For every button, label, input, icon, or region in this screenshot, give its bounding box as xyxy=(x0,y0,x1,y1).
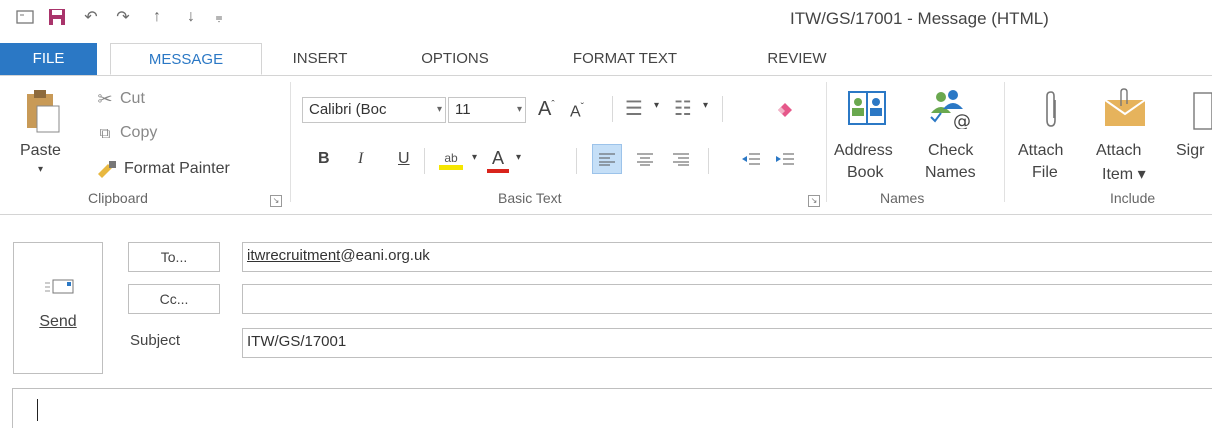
cut-button[interactable]: Cut xyxy=(120,90,145,108)
group-divider xyxy=(1004,82,1005,202)
increase-indent-icon[interactable] xyxy=(770,144,800,174)
divider xyxy=(612,96,613,122)
font-size-value: 11 xyxy=(455,101,471,118)
to-button[interactable]: To... xyxy=(128,242,220,272)
message-icon[interactable] xyxy=(14,6,36,28)
to-recipient-name: itwrecruitment xyxy=(247,247,341,264)
redo-icon[interactable]: ↷ xyxy=(112,6,134,28)
group-divider xyxy=(826,82,827,202)
align-center-icon[interactable] xyxy=(630,144,660,174)
cc-field[interactable] xyxy=(242,284,1212,314)
send-icon xyxy=(44,275,76,297)
attach-file-label-1[interactable]: Attach xyxy=(1018,142,1063,160)
tab-file[interactable]: FILE xyxy=(0,43,97,75)
svg-text:@: @ xyxy=(953,111,971,129)
underline-button[interactable]: U xyxy=(398,150,410,168)
address-book-icon[interactable] xyxy=(845,88,889,128)
send-label: Send xyxy=(39,313,77,330)
copy-icon: ⧉ xyxy=(99,124,111,142)
basic-text-group-label: Basic Text xyxy=(498,190,562,206)
highlight-icon[interactable]: ab xyxy=(436,146,466,174)
paste-dropdown-icon[interactable]: ▾ xyxy=(38,164,43,175)
attach-item-icon[interactable] xyxy=(1100,86,1150,130)
group-divider xyxy=(290,82,291,202)
down-arrow-icon[interactable]: ↓ xyxy=(180,6,202,28)
paperclip-icon[interactable] xyxy=(1036,88,1066,132)
chevron-down-icon: ▾ xyxy=(516,104,522,115)
numbering-icon[interactable]: ☷ xyxy=(674,96,692,121)
message-body[interactable] xyxy=(12,388,1212,428)
divider xyxy=(424,148,425,174)
subject-label: Subject xyxy=(130,332,181,349)
to-field[interactable]: itwrecruitment@eani.org.uk xyxy=(242,242,1212,272)
divider xyxy=(722,96,723,122)
names-group-label: Names xyxy=(880,190,925,206)
decrease-indent-icon[interactable] xyxy=(736,144,766,174)
to-recipient-domain: @eani.org.uk xyxy=(340,247,430,264)
cc-button[interactable]: Cc... xyxy=(128,284,220,314)
check-names-icon[interactable]: @ xyxy=(925,86,973,130)
up-arrow-icon[interactable]: ↑ xyxy=(146,6,168,28)
save-icon[interactable] xyxy=(46,6,68,28)
ribbon-tabs: FILE MESSAGE INSERT OPTIONS FORMAT TEXT … xyxy=(0,43,1212,76)
tab-message[interactable]: MESSAGE xyxy=(110,43,262,75)
chevron-down-icon[interactable]: ▾ xyxy=(703,100,708,111)
send-button[interactable]: Send xyxy=(13,242,103,374)
undo-icon[interactable]: ↶ xyxy=(80,6,102,28)
attach-item-label-2[interactable]: Item ▾ xyxy=(1102,164,1146,184)
check-names-label-2[interactable]: Names xyxy=(925,164,976,182)
divider xyxy=(708,148,709,174)
paste-button-label[interactable]: Paste xyxy=(20,142,61,160)
font-size-combo[interactable]: 11 ▾ xyxy=(448,97,526,123)
chevron-down-icon[interactable]: ▾ xyxy=(472,152,477,163)
chevron-down-icon[interactable]: ▾ xyxy=(516,152,521,163)
align-left-icon[interactable] xyxy=(592,144,622,174)
check-names-label-1[interactable]: Check xyxy=(928,142,973,160)
address-book-label-2[interactable]: Book xyxy=(847,164,883,182)
address-book-label-1[interactable]: Address xyxy=(834,142,893,160)
font-color-icon[interactable]: A xyxy=(486,146,510,174)
tab-format-text[interactable]: FORMAT TEXT xyxy=(560,43,690,75)
window-title: ITW/GS/17001 - Message (HTML) xyxy=(790,9,1049,28)
tab-options[interactable]: OPTIONS xyxy=(410,43,500,75)
font-name-value: Calibri (Boc xyxy=(309,101,387,118)
align-right-icon[interactable] xyxy=(666,144,696,174)
subject-field[interactable]: ITW/GS/17001 xyxy=(242,328,1212,358)
copy-button[interactable]: Copy xyxy=(120,124,157,142)
grow-font-button[interactable]: Aˆ xyxy=(538,98,555,121)
clipboard-group-label: Clipboard xyxy=(88,190,148,206)
attach-file-label-2[interactable]: File xyxy=(1032,164,1058,182)
tab-review[interactable]: REVIEW xyxy=(757,43,837,75)
ribbon: Paste ▾ ✂ Cut ⧉ Copy Format Painter Clip… xyxy=(0,76,1212,215)
paste-icon[interactable] xyxy=(20,86,66,138)
shrink-font-button[interactable]: Aˇ xyxy=(570,102,584,121)
divider xyxy=(576,148,577,174)
chevron-down-icon: ▾ xyxy=(436,104,442,115)
bold-button[interactable]: B xyxy=(318,150,330,168)
chevron-down-icon[interactable]: ▾ xyxy=(654,100,659,111)
basic-text-launcher-icon[interactable]: ↘ xyxy=(808,195,820,207)
signature-label[interactable]: Sigr xyxy=(1176,142,1204,160)
format-painter-icon xyxy=(94,158,120,180)
bullets-icon[interactable]: ☰ xyxy=(625,96,643,121)
customize-qat-icon[interactable]: ⩦ xyxy=(208,6,230,28)
scissors-icon: ✂ xyxy=(97,88,113,109)
tab-insert[interactable]: INSERT xyxy=(285,43,355,75)
format-painter-button[interactable]: Format Painter xyxy=(124,160,230,178)
italic-button[interactable]: I xyxy=(358,150,363,168)
attach-item-label-1[interactable]: Attach xyxy=(1096,142,1141,160)
signature-icon[interactable] xyxy=(1188,90,1212,132)
clipboard-launcher-icon[interactable]: ↘ xyxy=(270,195,282,207)
include-group-label: Include xyxy=(1110,190,1156,206)
clear-formatting-icon[interactable] xyxy=(772,96,798,122)
font-name-combo[interactable]: Calibri (Boc ▾ xyxy=(302,97,446,123)
text-cursor xyxy=(37,399,38,421)
